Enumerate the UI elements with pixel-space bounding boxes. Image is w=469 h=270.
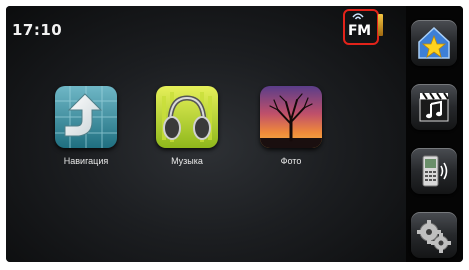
settings-gears-icon xyxy=(417,220,451,253)
screen: 17:10 FM Навигация Музыка Фото xyxy=(6,6,463,262)
navigation-arrow-icon xyxy=(55,86,117,148)
radio-wave-icon xyxy=(352,13,364,20)
favorites-button[interactable] xyxy=(411,20,457,66)
media-button[interactable] xyxy=(411,84,457,130)
app-label-navigation: Навигация xyxy=(63,156,109,166)
radio-antenna-icon xyxy=(378,14,383,36)
phone-button[interactable] xyxy=(411,148,457,194)
app-label-music: Музыка xyxy=(171,156,203,166)
photo-tree-icon xyxy=(260,86,322,148)
settings-button[interactable] xyxy=(411,212,457,258)
app-photo[interactable]: Фото xyxy=(254,86,328,166)
phone-bluetooth-icon xyxy=(422,155,448,187)
app-label-photo: Фото xyxy=(280,156,302,166)
clock: 17:10 xyxy=(12,21,63,39)
app-navigation[interactable]: Навигация xyxy=(49,86,123,166)
home-screen: 17:10 FM Навигация Музыка Фото xyxy=(6,6,406,262)
device-frame: 17:10 FM Навигация Музыка Фото xyxy=(0,0,469,270)
media-clapper-note-icon xyxy=(419,92,449,122)
app-music[interactable]: Музыка xyxy=(150,86,224,166)
fm-radio-icon: FM xyxy=(348,23,371,39)
headphones-icon xyxy=(156,86,218,148)
favorites-star-icon xyxy=(418,26,450,59)
sidebar xyxy=(406,6,463,262)
